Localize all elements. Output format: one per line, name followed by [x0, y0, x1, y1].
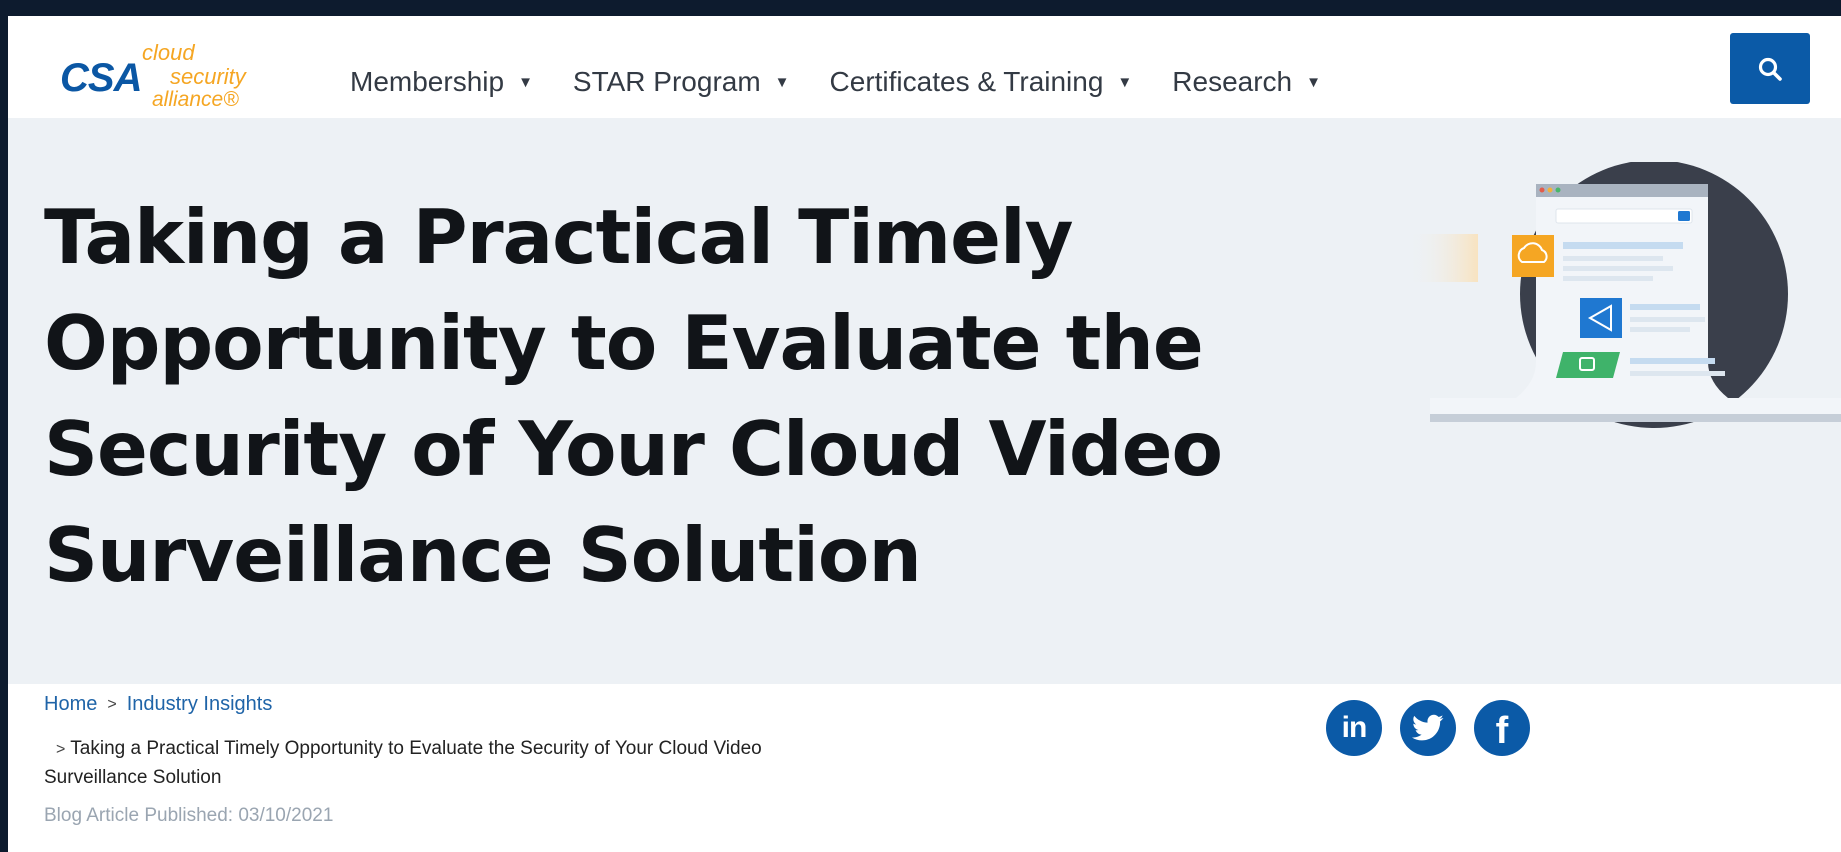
- chevron-down-icon: ▼: [518, 73, 533, 91]
- search-button[interactable]: [1730, 33, 1810, 104]
- breadcrumb-current-title-cont: Surveillance Solution: [44, 767, 222, 788]
- page-title: Taking a Practical Timely Opportunity to…: [44, 193, 1223, 599]
- facebook-share-button[interactable]: f: [1474, 700, 1530, 756]
- cloud-laptop-illustration: [1408, 162, 1841, 428]
- twitter-share-button[interactable]: [1400, 700, 1456, 756]
- nav-label: Research: [1172, 66, 1293, 97]
- nav-research[interactable]: Research ▼: [1172, 66, 1321, 98]
- breadcrumb-separator: >: [56, 741, 66, 758]
- twitter-icon: [1412, 714, 1444, 741]
- nav-label: Membership: [350, 66, 505, 97]
- published-date: Blog Article Published: 03/10/2021: [44, 805, 334, 826]
- chevron-down-icon: ▼: [1117, 73, 1133, 91]
- search-icon: [1758, 57, 1782, 81]
- nav-star-program[interactable]: STAR Program ▼: [573, 66, 790, 98]
- main-nav: Membership ▼ STAR Program ▼ Certificates…: [350, 66, 1321, 98]
- social-share: in f: [1326, 700, 1530, 756]
- breadcrumb-current: > Taking a Practical Timely Opportunity …: [56, 730, 956, 768]
- facebook-icon: f: [1495, 709, 1509, 752]
- web-page: CSA cloud security alliance® Membership …: [8, 16, 1841, 852]
- nav-label: STAR Program: [572, 66, 761, 97]
- logo-mark: CSA: [60, 56, 142, 100]
- nav-label: Certificates & Training: [829, 66, 1104, 97]
- breadcrumb-separator: >: [107, 695, 117, 713]
- linkedin-share-button[interactable]: in: [1326, 700, 1382, 756]
- site-header: CSA cloud security alliance® Membership …: [8, 16, 1841, 118]
- linkedin-icon: in: [1341, 711, 1368, 744]
- logo-word-alliance: alliance®: [152, 88, 239, 111]
- chevron-down-icon: ▼: [1306, 73, 1321, 91]
- breadcrumb-current-title: Taking a Practical Timely Opportunity to…: [70, 738, 762, 759]
- csa-logo[interactable]: CSA cloud security alliance®: [60, 26, 270, 111]
- nav-membership[interactable]: Membership ▼: [350, 66, 533, 98]
- breadcrumb: Home > Industry Insights: [44, 693, 272, 716]
- breadcrumb-home-link[interactable]: Home: [44, 693, 97, 716]
- nav-certificates-training[interactable]: Certificates & Training ▼: [830, 66, 1133, 98]
- logo-word-security: security: [170, 64, 246, 89]
- hero-banner: Taking a Practical Timely Opportunity to…: [8, 118, 1841, 684]
- logo-word-cloud: cloud: [142, 40, 195, 65]
- breadcrumb-industry-insights-link[interactable]: Industry Insights: [127, 693, 273, 716]
- chevron-down-icon: ▼: [774, 73, 790, 91]
